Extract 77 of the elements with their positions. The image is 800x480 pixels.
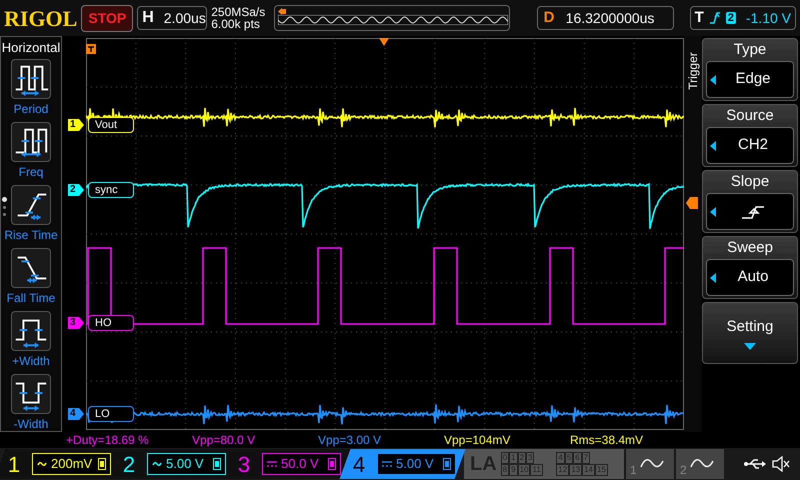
left-arrow-icon: [710, 74, 716, 84]
trace-label: HO: [88, 315, 134, 331]
setting-button[interactable]: Setting: [702, 302, 798, 364]
memory-depth: 6.00k pts: [211, 18, 261, 30]
channel-scale: 50.0 V: [281, 455, 320, 474]
channel-number: 2: [123, 450, 136, 478]
brand-logo: RIGOL: [4, 4, 78, 32]
rising-edge-icon: [710, 11, 720, 25]
trigger-source: 2: [726, 12, 736, 24]
trigger-marker-icon: [86, 44, 96, 54]
measurement-reading: Rms=38.4mV: [570, 432, 644, 449]
trigger-level-icon: [686, 197, 698, 209]
channel-button[interactable]: 4 5.00 V: [340, 449, 466, 479]
softkey-title: Slope: [730, 172, 770, 192]
measurement-reading: Vpp=80.0 V: [192, 432, 256, 449]
menu-softkey[interactable]: Slope: [702, 170, 798, 233]
probe-icon: [213, 458, 221, 470]
menu-softkey[interactable]: Source CH2: [702, 104, 798, 167]
speaker-muted-icon: [772, 456, 790, 472]
trigger-panel[interactable]: T 2 -1.10 V: [690, 6, 796, 30]
channel-marker-number: 4: [70, 408, 76, 420]
channel-number: 4: [353, 450, 366, 478]
usb-icon: [744, 458, 766, 470]
softkey-title: Source: [726, 106, 774, 126]
timebase-value: 2.00us: [164, 8, 206, 28]
delay-panel[interactable]: D 16.3200000us: [536, 6, 674, 30]
channel-scale: 200mV: [51, 455, 94, 474]
trace-label: Vout: [88, 117, 134, 133]
softkey-title: Type: [734, 40, 766, 60]
run-state-indicator[interactable]: STOP: [81, 4, 134, 32]
trace-label: sync: [88, 182, 134, 198]
menu-softkey[interactable]: Type Edge: [702, 38, 798, 101]
trigger-position-icon: [379, 38, 389, 46]
channel-button[interactable]: 3 50.0 V: [224, 449, 350, 479]
dc-coupling-icon: [267, 461, 277, 467]
trigger-level: -1.10 V: [746, 8, 791, 28]
channel-button[interactable]: 2 5.00 V: [110, 449, 236, 479]
softkey-value: Auto: [738, 267, 768, 288]
channel-marker-number: 1: [70, 119, 76, 131]
rising-edge-icon: [740, 204, 766, 220]
measurement-reading: +Duty=18.69 %: [66, 432, 150, 449]
menu-softkey[interactable]: Sweep Auto: [702, 236, 798, 299]
channel-marker-number: 2: [70, 184, 76, 196]
timebase-panel[interactable]: H 2.00us: [137, 6, 208, 30]
trigger-position-icon: [278, 8, 286, 15]
sample-rate: 250MSa/s: [211, 6, 266, 18]
probe-icon: [443, 458, 451, 470]
left-arrow-icon: [710, 272, 716, 282]
channel-number: 1: [8, 450, 22, 478]
ac-coupling-icon: [152, 460, 162, 468]
channel-number: 3: [238, 450, 252, 478]
probe-icon: [328, 458, 336, 470]
softkey-value: Edge: [735, 69, 771, 90]
trigger-label: T: [694, 8, 704, 28]
left-arrow-icon: [710, 140, 716, 150]
channel-scale: 5.00 V: [396, 455, 435, 474]
channel-marker-number: 3: [70, 317, 76, 329]
delay-value: 16.3200000us: [566, 8, 654, 28]
channel-scale: 5.00 V: [166, 455, 205, 474]
math-number: 1: [630, 462, 637, 479]
channel-button[interactable]: 1 200mV: [0, 449, 120, 479]
measurement-reading: Vpp=3.00 V: [318, 432, 382, 449]
probe-icon: [98, 458, 106, 470]
timebase-label: H: [142, 8, 154, 28]
dc-coupling-icon: [382, 461, 392, 467]
softkey-value: CH2: [738, 135, 768, 156]
menu-title: Horizontal: [2, 39, 60, 56]
left-arrow-icon: [710, 206, 716, 216]
delay-label: D: [544, 8, 556, 28]
caret-down-icon: [744, 342, 756, 350]
softkey-title: Sweep: [727, 238, 773, 258]
trigger-menu-label: Trigger: [685, 52, 701, 90]
trace-label: LO: [88, 406, 134, 422]
measure-button[interactable]: Rise Time: [4, 185, 58, 245]
ac-coupling-icon: [37, 460, 47, 468]
math-number: 2: [680, 462, 687, 479]
measurement-reading: Vpp=104mV: [444, 432, 512, 449]
